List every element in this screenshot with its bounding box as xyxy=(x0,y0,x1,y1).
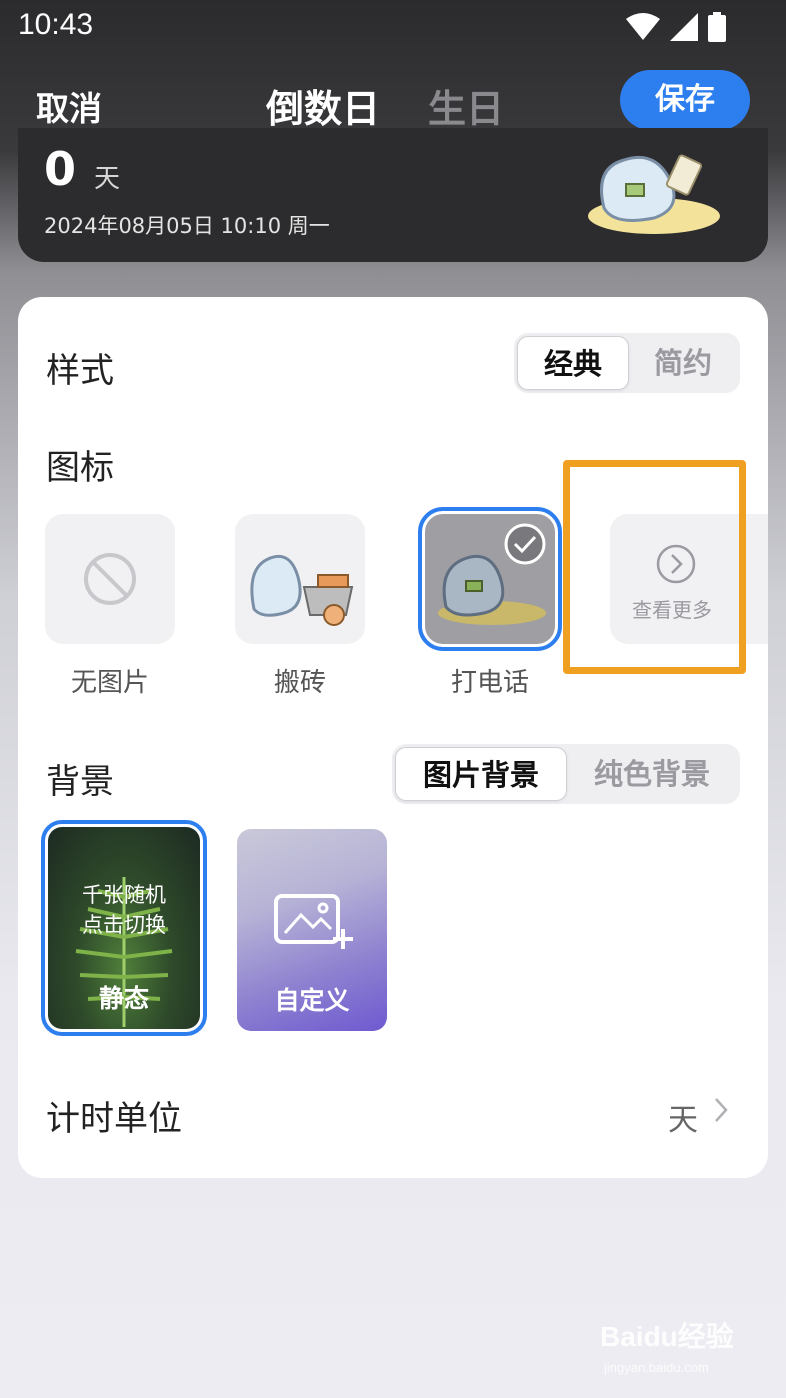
timing-unit-label: 计时单位 xyxy=(46,1099,182,1139)
background-section-title: 背景 xyxy=(46,762,114,802)
baidu-watermark-url: jingyan.baidu.com xyxy=(604,1360,709,1375)
status-bar: 10:43 xyxy=(0,0,786,56)
settings-card: 样式 经典 简约 图标 无图片 搬砖 打电话 查看更多 背景 图片背景 纯色背景… xyxy=(18,297,768,1178)
ghost-cart-icon xyxy=(250,554,354,626)
status-icons xyxy=(626,12,726,42)
cancel-button[interactable]: 取消 xyxy=(36,82,102,130)
icon-option-brick[interactable] xyxy=(235,514,365,644)
preview-date: 2024年08月05日 10:10 周一 xyxy=(44,214,330,238)
icon-section-title: 图标 xyxy=(46,448,114,488)
wifi-icon xyxy=(626,13,660,40)
status-time: 10:43 xyxy=(18,8,94,41)
background-custom-tile[interactable]: 自定义 xyxy=(237,829,387,1031)
background-static-line1: 千张随机 xyxy=(82,883,166,907)
background-option-solid[interactable]: 纯色背景 xyxy=(567,747,737,801)
ghost-phone-icon xyxy=(588,154,720,234)
timing-unit-value: 天 xyxy=(668,1103,698,1138)
background-static-title: 静态 xyxy=(98,984,149,1013)
countdown-preview: 0 天 2024年08月05日 10:10 周一 xyxy=(18,128,768,262)
add-image-icon xyxy=(274,894,353,949)
baidu-watermark-logo: Baidu经验 xyxy=(600,1321,734,1352)
icon-caption-none: 无图片 xyxy=(70,668,149,698)
icon-caption-phone: 打电话 xyxy=(450,668,529,698)
background-static-tile[interactable]: 千张随机 点击切换 静态 xyxy=(41,820,207,1036)
icon-caption-brick: 搬砖 xyxy=(273,668,326,698)
tab-birthday[interactable]: 生日 xyxy=(428,78,504,133)
preview-days: 0 xyxy=(44,142,77,196)
style-section-title: 样式 xyxy=(46,351,114,391)
icon-option-none[interactable] xyxy=(45,514,175,644)
chevron-right-icon xyxy=(715,1098,728,1122)
no-image-icon xyxy=(84,553,136,605)
background-segmented-control: 图片背景 纯色背景 xyxy=(392,744,740,804)
icon-option-phone[interactable] xyxy=(418,507,562,651)
style-segmented-control: 经典 简约 xyxy=(514,333,740,393)
check-circle-icon xyxy=(504,523,546,565)
style-option-simple[interactable]: 简约 xyxy=(629,336,737,390)
save-button[interactable]: 保存 xyxy=(620,70,750,130)
background-custom-title: 自定义 xyxy=(274,986,350,1015)
battery-icon xyxy=(708,12,726,42)
tab-countdown[interactable]: 倒数日 xyxy=(266,78,380,133)
preview-unit: 天 xyxy=(94,164,121,194)
timing-unit-row[interactable]: 计时单位 天 xyxy=(18,1067,768,1157)
background-static-line2: 点击切换 xyxy=(82,913,166,937)
highlight-annotation xyxy=(563,460,746,674)
signal-icon xyxy=(670,13,698,41)
background-option-image[interactable]: 图片背景 xyxy=(395,747,567,801)
style-option-classic[interactable]: 经典 xyxy=(517,336,629,390)
